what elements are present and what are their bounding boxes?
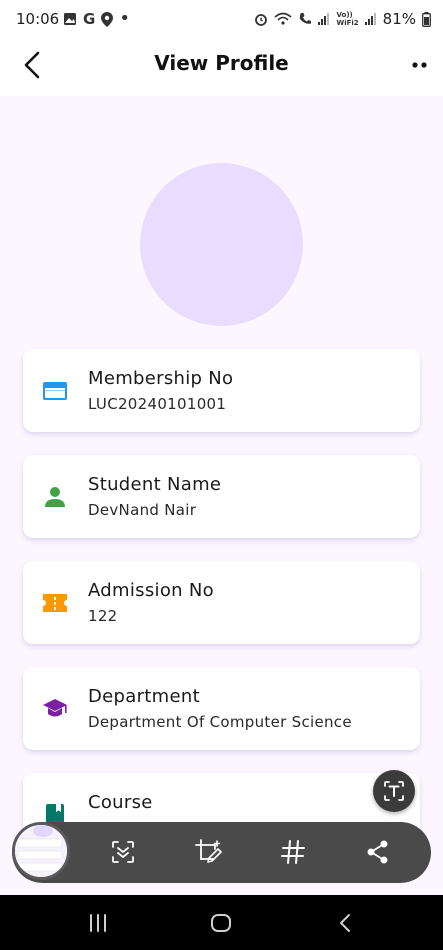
hashtag-icon[interactable] [278,837,308,867]
credit-card-icon [43,382,67,400]
screenshot-thumbnail[interactable] [12,822,70,880]
status-time: 10:06 [16,10,60,28]
back-nav-icon[interactable] [334,911,358,935]
more-options-icon[interactable] [409,52,431,78]
battery-icon [422,11,431,27]
department-value: Department Of Computer Science [88,713,352,731]
battery-percent: 81% [382,10,416,28]
notification-dot-icon: • [119,8,130,29]
share-icon[interactable] [363,837,393,867]
ticket-icon [43,594,67,612]
app-bar: View Profile [0,40,443,96]
department-label: Department [88,686,200,707]
call-icon [300,13,312,24]
signal-icon [318,13,330,25]
student-name-label: Student Name [88,474,222,495]
graduation-cap-icon [43,699,67,717]
signal-icon-2 [364,13,376,25]
person-icon [45,487,65,507]
home-icon[interactable] [209,911,233,935]
gallery-icon [64,13,76,25]
membership-no-value: LUC20240101001 [88,395,227,413]
student-name-card: Student Name DevNand Nair [23,455,420,538]
screenshot-toolbar [12,822,431,883]
page-title: View Profile [154,51,289,75]
admission-no-value: 122 [88,607,118,625]
thumbnail-preview-icon [15,825,67,877]
membership-no-label: Membership No [88,368,234,389]
admission-no-card: Admission No 122 [23,561,420,644]
recent-apps-icon[interactable] [86,911,110,935]
status-bar: 10:06 G • Vo)) WiFi2 81% [0,0,443,40]
google-icon: G [83,10,96,28]
membership-no-card: Membership No LUC20240101001 [23,349,420,432]
crop-edit-icon[interactable] [193,837,223,867]
extract-text-button[interactable] [373,770,415,812]
department-card: Department Department Of Computer Scienc… [23,667,420,750]
volte-wifi2-label: Vo)) WiFi2 [336,11,359,27]
system-nav-bar [0,895,443,950]
student-name-value: DevNand Nair [88,501,197,519]
course-label: Course [88,792,153,813]
admission-no-label: Admission No [88,580,214,601]
text-scan-icon [384,781,404,801]
scroll-capture-icon[interactable] [108,837,138,867]
alarm-icon [255,14,268,26]
avatar [140,163,303,326]
maps-pin-icon [101,11,114,27]
wifi-calling-icon [274,12,292,25]
